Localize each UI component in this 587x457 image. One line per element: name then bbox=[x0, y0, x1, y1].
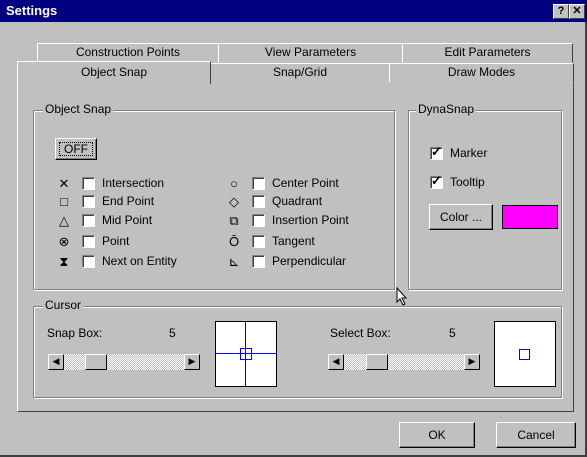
close-button[interactable]: ✕ bbox=[569, 4, 585, 19]
diamond-icon: ◇ bbox=[229, 194, 239, 209]
snap-box-value: 5 bbox=[169, 326, 176, 340]
tab-snap-grid[interactable]: Snap/Grid bbox=[210, 63, 390, 83]
tooltip-label: Tooltip bbox=[450, 175, 485, 189]
snap-checkbox[interactable] bbox=[82, 235, 95, 248]
snap-option-label: Tangent bbox=[272, 234, 315, 248]
select-box-thumb[interactable] bbox=[366, 354, 388, 370]
cancel-button[interactable]: Cancel bbox=[496, 422, 576, 448]
snap-box-label: Snap Box: bbox=[47, 326, 103, 340]
dynasnap-group bbox=[408, 110, 562, 290]
point-icon: ⊗ bbox=[58, 234, 70, 249]
select-box-left-arrow[interactable]: ◀ bbox=[328, 354, 344, 370]
snap-option-label: Center Point bbox=[272, 176, 339, 190]
snap-box-preview bbox=[215, 321, 277, 387]
tab-object-snap[interactable]: Object Snap bbox=[17, 61, 211, 84]
title-bar: Settings ? ✕ bbox=[0, 0, 587, 22]
snap-checkbox[interactable] bbox=[82, 255, 95, 268]
select-box-slider[interactable] bbox=[328, 354, 480, 370]
tangent-icon: Ō bbox=[228, 234, 240, 249]
marker-checkbox[interactable] bbox=[430, 145, 443, 160]
snap-option-label: Mid Point bbox=[102, 213, 153, 227]
tab-construction-points[interactable]: Construction Points bbox=[37, 43, 219, 63]
ok-button[interactable]: OK bbox=[399, 422, 475, 448]
tab-view-parameters[interactable]: View Parameters bbox=[218, 43, 403, 63]
snap-option-label: End Point bbox=[102, 194, 155, 208]
snap-box-left-arrow[interactable]: ◀ bbox=[48, 354, 64, 370]
tooltip-checkbox[interactable] bbox=[430, 174, 443, 189]
snap-box-slider[interactable] bbox=[48, 354, 200, 370]
select-box-value: 5 bbox=[449, 326, 456, 340]
select-box-right-arrow[interactable]: ▶ bbox=[464, 354, 480, 370]
window-title: Settings bbox=[6, 3, 58, 18]
snap-box-thumb[interactable] bbox=[85, 354, 107, 370]
snap-checkbox[interactable] bbox=[252, 177, 265, 190]
tab-edit-parameters[interactable]: Edit Parameters bbox=[402, 43, 573, 63]
select-box-preview bbox=[494, 321, 556, 387]
dynasnap-group-label: DynaSnap bbox=[416, 102, 477, 116]
snap-option-label: Quadrant bbox=[272, 194, 323, 208]
perpendicular-icon: ⊾ bbox=[228, 254, 240, 269]
snap-checkbox[interactable] bbox=[252, 255, 265, 268]
snap-option-label: Point bbox=[102, 234, 130, 248]
mouse-pointer-icon bbox=[396, 287, 408, 306]
tab-draw-modes[interactable]: Draw Modes bbox=[389, 63, 574, 83]
snap-option-label: Perpendicular bbox=[272, 254, 347, 268]
help-button[interactable]: ? bbox=[553, 4, 569, 19]
select-box-label: Select Box: bbox=[330, 326, 391, 340]
snap-checkbox[interactable] bbox=[252, 195, 265, 208]
snap-box-right-arrow[interactable]: ▶ bbox=[184, 354, 200, 370]
color-swatch[interactable] bbox=[502, 205, 558, 229]
color-button[interactable]: Color ... bbox=[429, 204, 493, 230]
snap-option-label: Intersection bbox=[102, 176, 165, 190]
hourglass-icon: ⧗ bbox=[59, 254, 69, 269]
circle-icon: ○ bbox=[230, 176, 238, 191]
marker-label: Marker bbox=[450, 146, 488, 160]
triangle-icon: △ bbox=[59, 213, 69, 228]
cursor-group-label: Cursor bbox=[43, 298, 84, 312]
object-snap-group-label: Object Snap bbox=[43, 102, 114, 116]
snap-checkbox[interactable] bbox=[252, 235, 265, 248]
insertion-icon: ⧉ bbox=[229, 213, 239, 228]
off-button[interactable]: OFF bbox=[55, 138, 97, 160]
snap-checkbox[interactable] bbox=[82, 214, 95, 227]
square-icon: □ bbox=[60, 194, 68, 209]
snap-checkbox[interactable] bbox=[82, 195, 95, 208]
snap-option-label: Insertion Point bbox=[272, 213, 349, 227]
snap-checkbox[interactable] bbox=[82, 177, 95, 190]
snap-option-label: Next on Entity bbox=[102, 254, 177, 268]
snap-checkbox[interactable] bbox=[252, 214, 265, 227]
cursor-group bbox=[33, 306, 562, 398]
cross-icon: ✕ bbox=[58, 176, 70, 191]
